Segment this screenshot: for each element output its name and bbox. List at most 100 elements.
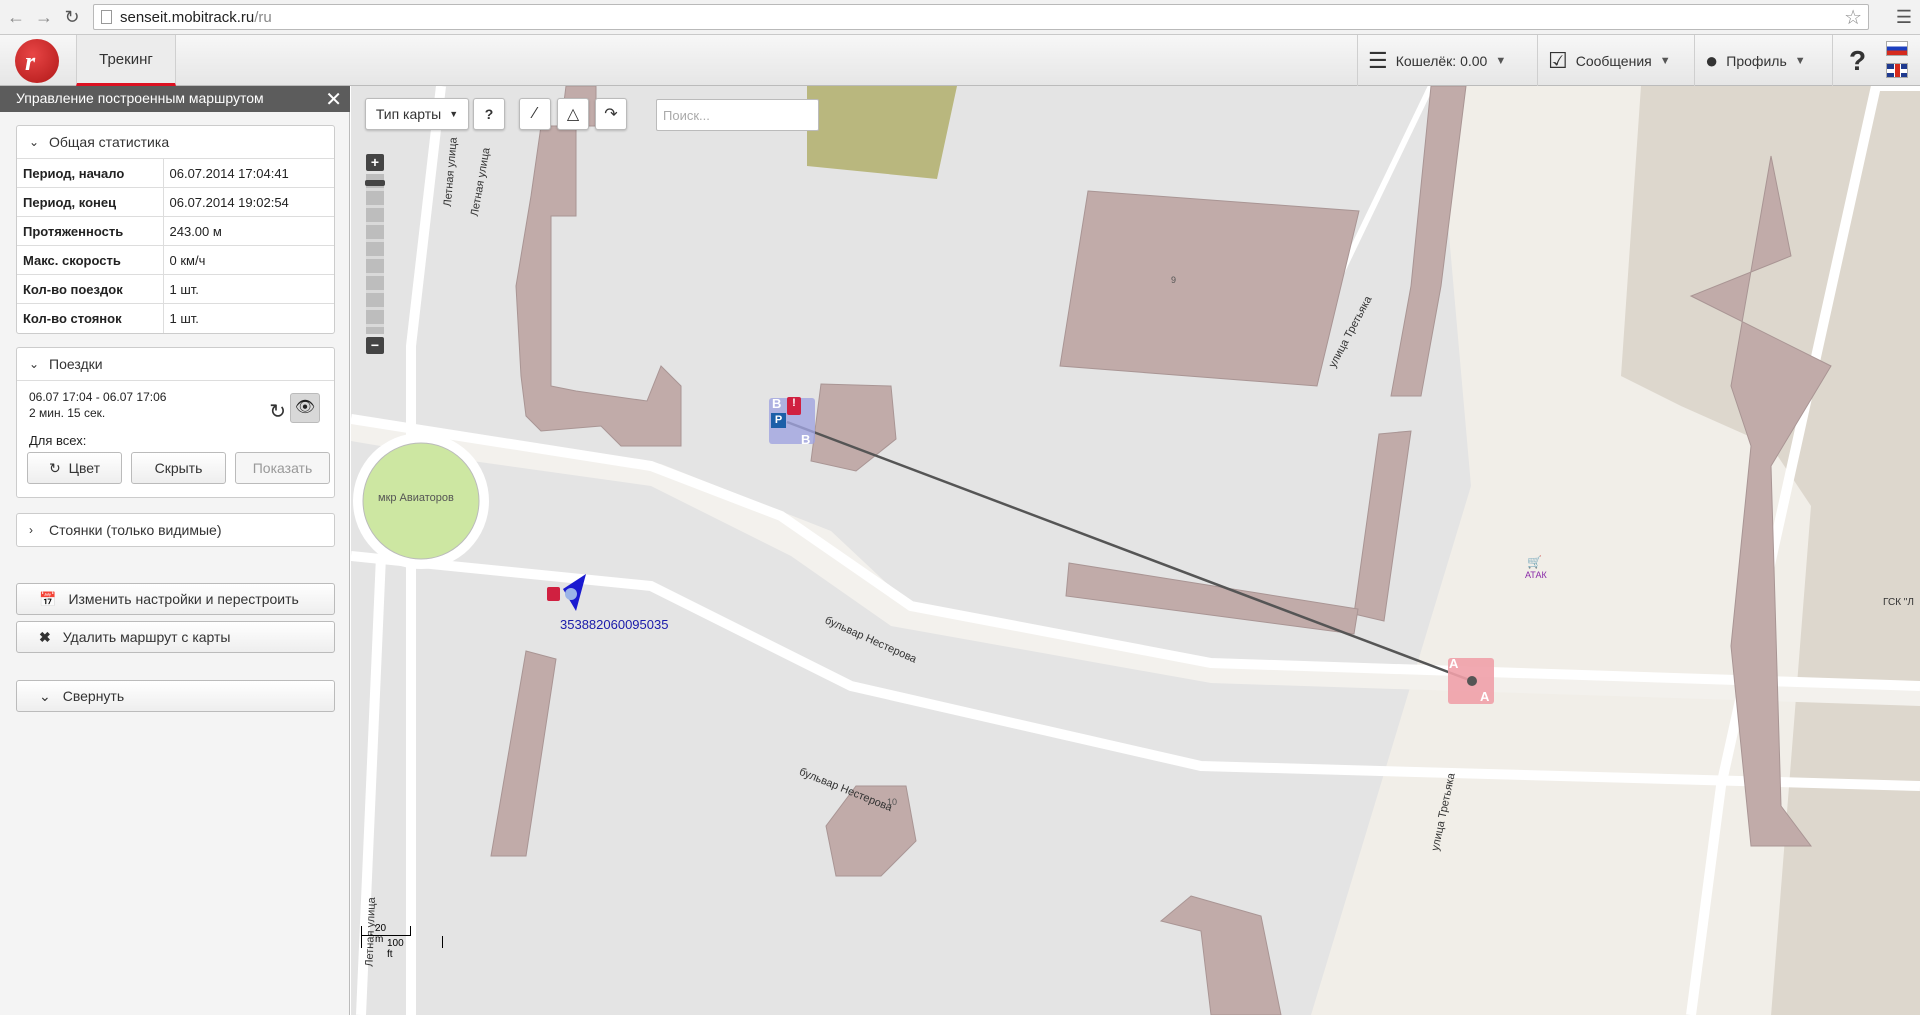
map-type-button[interactable]: Тип карты ▼ <box>365 98 469 130</box>
map-label-building: 9 <box>1171 275 1177 285</box>
stops-panel: › Стоянки (только видимые) <box>16 513 335 547</box>
trips-panel: ⌄ Поездки 06.07 17:04 - 06.07 17:06 2 ми… <box>16 347 335 498</box>
help-label: ? <box>1848 44 1867 76</box>
stat-key: Период, конец <box>17 187 164 217</box>
map-search-input[interactable] <box>656 99 819 131</box>
stops-heading: Стоянки (только видимые) <box>49 522 222 538</box>
stat-key: Протяженность <box>17 216 164 246</box>
map-canvas[interactable]: мкр Авиаторов бульвар Нестерова бульвар … <box>351 86 1920 1015</box>
app-header: r Трекинг ☰ Кошелёк: 0.00 ▼ ☑ Сообщения … <box>0 35 1920 86</box>
close-icon[interactable]: ✕ <box>325 87 342 112</box>
browser-toolbar: ← → ↻ senseit.mobitrack.ru/ru ☆ ☰ <box>0 0 1920 35</box>
color-button[interactable]: ↻ Цвет <box>27 452 122 484</box>
color-button-label: Цвет <box>68 460 101 476</box>
profile-menu[interactable]: ● Профиль ▼ <box>1694 35 1832 86</box>
calendar-check-icon: ☑ <box>1548 47 1568 73</box>
stat-value: 1 шт. <box>163 303 334 333</box>
measure-area-icon[interactable]: △ <box>557 98 589 130</box>
help-button[interactable]: ? <box>1832 35 1882 86</box>
chevron-down-icon: ▼ <box>1495 54 1507 67</box>
hide-button-label: Скрыть <box>154 460 203 476</box>
sidebar-title-text: Управление построенным маршрутом <box>16 90 264 106</box>
tab-tracking[interactable]: Трекинг <box>76 35 176 86</box>
calendar-icon: 📅 <box>39 590 57 607</box>
for-all-label: Для всех: <box>29 433 87 448</box>
marker-a-label: A <box>1449 656 1459 671</box>
chevron-down-icon: ⌄ <box>29 135 40 149</box>
general-stats-panel: ⌄ Общая статистика Период, начало 06.07.2… <box>16 125 335 334</box>
address-bar[interactable]: senseit.mobitrack.ru/ru ☆ <box>93 4 1869 30</box>
app-logo[interactable]: r <box>15 39 59 83</box>
marker-a-label: A <box>1480 689 1490 704</box>
marker-b-label: B <box>801 432 811 447</box>
messages-menu[interactable]: ☑ Сообщения ▼ <box>1537 35 1694 86</box>
shopping-cart-icon: 🛒 <box>1527 555 1542 569</box>
back-icon[interactable]: ← <box>6 7 26 27</box>
map-drawing <box>351 86 1920 1015</box>
zoom-handle[interactable] <box>365 180 385 186</box>
zoom-track[interactable] <box>366 174 384 334</box>
route-sidebar: Управление построенным маршрутом ✕ ⌄ Общ… <box>0 86 350 1015</box>
refresh-icon: ↻ <box>48 459 61 476</box>
table-row: Протяженность 243.00 м <box>17 216 334 246</box>
share-icon[interactable]: ↷ <box>595 98 627 130</box>
collapse-label: Свернуть <box>62 688 125 704</box>
stat-key: Кол-во поездок <box>17 274 164 304</box>
stat-key: Макс. скорость <box>17 245 164 275</box>
zoom-out-button[interactable]: − <box>366 337 384 354</box>
table-row: Период, начало 06.07.2014 17:04:41 <box>17 158 334 188</box>
close-icon: ✖ <box>39 628 51 645</box>
chevron-down-icon: ⌄ <box>29 357 40 371</box>
parking-icon[interactable]: P <box>771 413 786 428</box>
sidebar-title: Управление построенным маршрутом ✕ <box>0 86 350 112</box>
change-settings-button[interactable]: 📅 Изменить настройки и перестроить <box>16 583 335 615</box>
scale-ft-label: 100 ft <box>387 938 404 960</box>
change-settings-label: Изменить настройки и перестроить <box>68 591 299 607</box>
hide-button[interactable]: Скрыть <box>131 452 226 484</box>
trip-item[interactable]: 06.07 17:04 - 06.07 17:06 2 мин. 15 сек.… <box>17 380 334 498</box>
device-id-label[interactable]: 353882060095035 <box>560 617 668 632</box>
collapse-button[interactable]: ⌄ Свернуть <box>16 680 335 712</box>
refresh-icon[interactable]: ↻ <box>269 399 286 424</box>
general-stats-header[interactable]: ⌄ Общая статистика <box>17 126 334 158</box>
delete-route-button[interactable]: ✖ Удалить маршрут с карты <box>16 621 335 653</box>
map-label-shop: АТАК <box>1525 570 1547 580</box>
stat-value: 243.00 м <box>163 216 334 246</box>
eye-icon[interactable]: 👁 <box>290 393 320 423</box>
alert-icon[interactable]: ! <box>787 397 801 415</box>
trips-header[interactable]: ⌄ Поездки <box>17 348 334 380</box>
show-button[interactable]: Показать <box>235 452 330 484</box>
forward-icon[interactable]: → <box>34 7 54 27</box>
wallet-menu[interactable]: ☰ Кошелёк: 0.00 ▼ <box>1357 35 1537 86</box>
stat-key: Кол-во стоянок <box>17 303 164 333</box>
stat-value: 06.07.2014 19:02:54 <box>163 187 334 217</box>
url-text: senseit.mobitrack.ru/ru <box>120 9 272 26</box>
browser-menu-icon[interactable]: ☰ <box>1896 7 1912 28</box>
green-area <box>807 86 957 179</box>
stats-table: Период, начало 06.07.2014 17:04:41 Период… <box>17 158 334 333</box>
map-help-button[interactable]: ? <box>473 98 505 130</box>
user-icon: ● <box>1705 47 1719 73</box>
profile-label: Профиль <box>1726 52 1787 69</box>
table-row: Кол-во стоянок 1 шт. <box>17 303 334 333</box>
messages-label: Сообщения <box>1575 52 1652 69</box>
map-label-gsk: ГСК "Л <box>1883 597 1914 608</box>
zoom-slider[interactable]: + − <box>365 154 385 354</box>
bookmark-star-icon[interactable]: ☆ <box>1844 5 1862 30</box>
page-icon <box>101 10 112 24</box>
stat-value: 1 шт. <box>163 274 334 304</box>
measure-distance-icon[interactable]: ∕ <box>519 98 551 130</box>
flag-ru-icon[interactable] <box>1886 41 1908 56</box>
chevron-down-icon: ▼ <box>1659 54 1671 67</box>
stops-header[interactable]: › Стоянки (только видимые) <box>17 514 334 546</box>
stat-value: 06.07.2014 17:04:41 <box>163 158 334 188</box>
zoom-in-button[interactable]: + <box>366 154 384 171</box>
chevron-down-icon: ▼ <box>1794 54 1806 67</box>
map-type-label: Тип карты <box>375 106 442 122</box>
tab-tracking-label: Трекинг <box>99 50 153 68</box>
flag-uk-icon[interactable] <box>1886 63 1908 78</box>
reload-icon[interactable]: ↻ <box>62 7 82 27</box>
marker-b-label: B <box>772 396 782 411</box>
chevron-down-icon: ▼ <box>449 109 459 119</box>
logo-mark-icon: r <box>25 47 36 76</box>
